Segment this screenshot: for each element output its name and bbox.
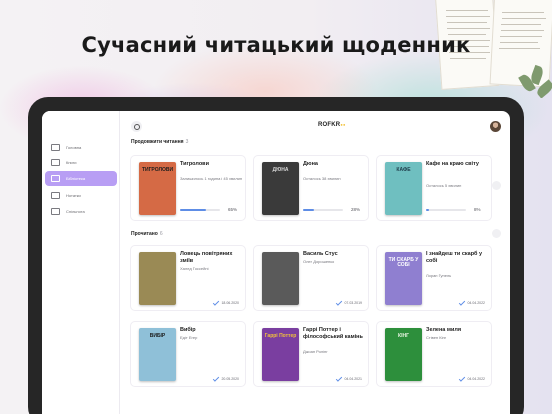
sidebar: Головна Книги Бібліотека Нотатки Спільно… bbox=[42, 111, 120, 414]
sidebar-item-library[interactable]: Бібліотека bbox=[45, 171, 117, 186]
avatar[interactable] bbox=[490, 121, 501, 132]
book-author: Халед Госсейні bbox=[180, 266, 209, 271]
check-icon bbox=[213, 374, 220, 382]
progress-bar bbox=[180, 209, 220, 211]
progress-bar bbox=[426, 209, 466, 211]
book-title: Гаррі Поттер і філософський камінь bbox=[303, 327, 363, 340]
library-icon bbox=[51, 175, 60, 182]
book-cover: ТИ СКАРБ У СОБІ bbox=[385, 252, 422, 305]
read-book-card[interactable]: ВИБІР Вибір Едіт Егер 20.05.2020 bbox=[130, 321, 246, 387]
time-left: Залишилось 1 година і 45 хвилин bbox=[180, 176, 243, 181]
sidebar-item-community[interactable]: Спільнота bbox=[45, 204, 117, 219]
read-book-card[interactable]: ТИ СКАРБ У СОБІ І знайдеш ти скарб у соб… bbox=[376, 245, 492, 311]
book-title: І знайдеш ти скарб у собі bbox=[426, 251, 483, 264]
book-cover: ТИГРОЛОВИ bbox=[139, 162, 176, 215]
book-cover: Гаррі Поттер bbox=[262, 328, 299, 381]
sidebar-item-notes[interactable]: Нотатки bbox=[45, 188, 117, 203]
scroll-right-button[interactable] bbox=[492, 229, 501, 238]
read-date: 07.03.2019 bbox=[336, 298, 362, 306]
sidebar-item-label: Спільнота bbox=[66, 209, 85, 214]
book-title: Дюна bbox=[303, 161, 318, 167]
home-icon bbox=[51, 144, 60, 151]
page-headline: Сучасний читацький щоденник bbox=[81, 33, 471, 57]
notes-icon bbox=[51, 192, 60, 199]
book-cover: КАФЕ bbox=[385, 162, 422, 215]
book-author: Стівен Кінг bbox=[426, 335, 447, 340]
progress-bar bbox=[303, 209, 343, 211]
read-date: 04.04.2022 bbox=[459, 374, 485, 382]
book-cover bbox=[139, 252, 176, 305]
search-icon[interactable] bbox=[131, 121, 142, 132]
progress-percent: 65% bbox=[228, 207, 238, 212]
continue-book-card[interactable]: ТИГРОЛОВИ Тигролови Залишилось 1 година … bbox=[130, 155, 246, 221]
read-book-card[interactable]: Василь Стус Олег Дорошенко 07.03.2019 bbox=[253, 245, 369, 311]
community-icon bbox=[51, 208, 60, 215]
time-left: Осталось 5 хвилин bbox=[426, 183, 462, 188]
book-cover: ВИБІР bbox=[139, 328, 176, 381]
book-title: Вибір bbox=[180, 327, 196, 333]
read-date: 20.05.2020 bbox=[213, 374, 239, 382]
book-author: Лоран Гунель bbox=[426, 273, 452, 278]
book-author: Олег Дорошенко bbox=[303, 259, 335, 264]
scroll-right-button[interactable] bbox=[492, 181, 501, 190]
sidebar-item-label: Головна bbox=[66, 145, 82, 150]
check-icon bbox=[459, 374, 466, 382]
check-icon bbox=[336, 298, 343, 306]
app-screen: Головна Книги Бібліотека Нотатки Спільно… bbox=[42, 111, 510, 414]
book-cover bbox=[262, 252, 299, 305]
book-cover: КІНГ bbox=[385, 328, 422, 381]
book-title: Зелена миля bbox=[426, 327, 462, 333]
sidebar-item-label: Нотатки bbox=[66, 193, 81, 198]
sidebar-item-label: Бібліотека bbox=[66, 176, 86, 181]
book-title: Кафе на краю світу bbox=[426, 161, 479, 167]
read-book-card[interactable]: Ловець повітряних зміїв Халед Госсейні 1… bbox=[130, 245, 246, 311]
book-title: Ловець повітряних зміїв bbox=[180, 251, 233, 264]
read-date: 18.06.2020 bbox=[213, 298, 239, 306]
read-book-card[interactable]: КІНГ Зелена миля Стівен Кінг 04.04.2022 bbox=[376, 321, 492, 387]
section-title-read: Прочитано 6 bbox=[131, 231, 163, 237]
book-author: Джоан Ролінг bbox=[303, 349, 328, 354]
sidebar-item-label: Книги bbox=[66, 160, 77, 165]
continue-book-card[interactable]: КАФЕ Кафе на краю світу Осталось 5 хвили… bbox=[376, 155, 492, 221]
check-icon bbox=[336, 374, 343, 382]
app-logo: ROFKR●● bbox=[318, 122, 346, 128]
book-cover: ДЮНА bbox=[262, 162, 299, 215]
book-title: Василь Стус bbox=[303, 251, 338, 257]
check-icon bbox=[459, 298, 466, 306]
section-title-continue: Продовжити читання 3 bbox=[131, 139, 189, 145]
continue-book-card[interactable]: ДЮНА Дюна Осталось 38 хвилин 28% bbox=[253, 155, 369, 221]
progress-percent: 28% bbox=[351, 207, 361, 212]
sidebar-item-books[interactable]: Книги bbox=[45, 155, 117, 170]
sidebar-item-home[interactable]: Головна bbox=[45, 140, 117, 155]
read-date: 04.04.2022 bbox=[459, 298, 485, 306]
check-icon bbox=[213, 298, 220, 306]
progress-percent: 8% bbox=[474, 207, 481, 212]
book-author: Едіт Егер bbox=[180, 335, 198, 340]
time-left: Осталось 38 хвилин bbox=[303, 176, 341, 181]
read-date: 04.04.2021 bbox=[336, 374, 362, 382]
book-title: Тигролови bbox=[180, 161, 209, 167]
book-icon bbox=[51, 159, 60, 166]
read-book-card[interactable]: Гаррі Поттер Гаррі Поттер і філософський… bbox=[253, 321, 369, 387]
